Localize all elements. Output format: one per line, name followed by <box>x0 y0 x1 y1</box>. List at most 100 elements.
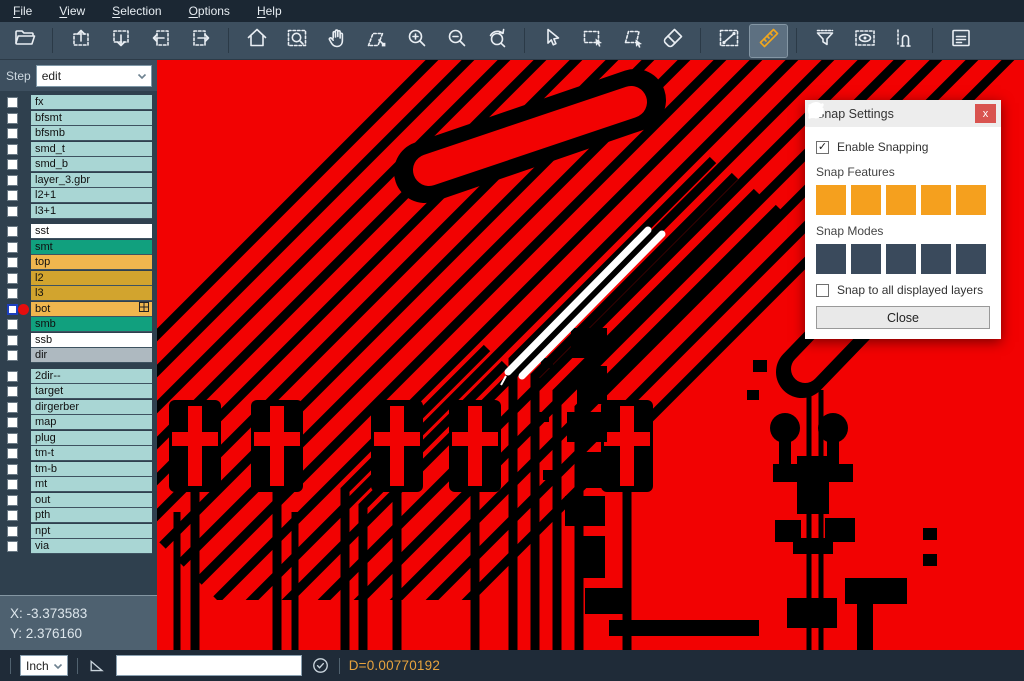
layer-row-target[interactable]: target <box>0 384 157 400</box>
dialog-title-bar[interactable]: Snap Settings x <box>805 100 1001 127</box>
layer-name-cell[interactable]: ssb <box>31 333 152 348</box>
enable-snapping-checkbox[interactable]: ✓ <box>816 141 829 154</box>
layer-checkbox[interactable] <box>7 335 18 346</box>
layer-row-dirgerber[interactable]: dirgerber <box>0 400 157 416</box>
layer-checkbox[interactable] <box>7 464 18 475</box>
zoom-area-button[interactable] <box>278 25 315 57</box>
refresh-check-icon[interactable] <box>311 656 330 675</box>
zoom-previous-button[interactable] <box>478 25 515 57</box>
layer-checkbox[interactable] <box>7 495 18 506</box>
layer-checkbox[interactable] <box>7 304 18 315</box>
layer-name-cell[interactable]: smd_b <box>31 157 152 172</box>
layer-name-cell[interactable]: tm-b <box>31 462 152 477</box>
layer-name-cell[interactable]: l3+1 <box>31 204 152 219</box>
view-box-eye-button[interactable] <box>846 25 883 57</box>
snap-line-button[interactable] <box>816 185 846 215</box>
layer-row-tm-b[interactable]: tm-b <box>0 462 157 478</box>
pan-hand-button[interactable] <box>318 25 355 57</box>
layer-name-cell[interactable]: bfsmt <box>31 111 152 126</box>
layer-row-ssb[interactable]: ssb <box>0 333 157 349</box>
layer-name-cell[interactable]: fx <box>31 95 152 110</box>
layer-name-cell[interactable]: layer_3.gbr <box>31 173 152 188</box>
layer-name-cell[interactable]: dir <box>31 348 152 363</box>
layer-row-dir[interactable]: dir <box>0 348 157 364</box>
layers-panel-button[interactable] <box>942 25 979 57</box>
layer-checkbox[interactable] <box>7 226 18 237</box>
layer-checkbox[interactable] <box>7 448 18 459</box>
layer-name-cell[interactable]: l2+1 <box>31 188 152 203</box>
layer-checkbox[interactable] <box>7 526 18 537</box>
layer-row-plug[interactable]: plug <box>0 431 157 447</box>
box-arrow-left-button[interactable] <box>142 25 179 57</box>
layer-checkbox[interactable] <box>7 402 18 413</box>
layer-row-l3+1[interactable]: l3+1 <box>0 204 157 220</box>
layer-checkbox[interactable] <box>7 113 18 124</box>
layer-name-cell[interactable]: smt <box>31 240 152 255</box>
layer-checkbox[interactable] <box>7 510 18 521</box>
open-folder-button[interactable] <box>6 25 43 57</box>
layer-checkbox[interactable] <box>7 257 18 268</box>
layer-name-cell[interactable]: via <box>31 539 152 554</box>
filter-button[interactable] <box>806 25 843 57</box>
layer-row-top[interactable]: top <box>0 255 157 271</box>
select-arrow-button[interactable] <box>534 25 571 57</box>
command-input[interactable] <box>116 655 302 676</box>
layer-checkbox[interactable] <box>7 175 18 186</box>
layer-checkbox[interactable] <box>7 371 18 382</box>
snap-pad-filled-button[interactable] <box>886 244 916 274</box>
snap-magnet-button[interactable] <box>886 25 923 57</box>
layer-row-tm-t[interactable]: tm-t <box>0 446 157 462</box>
zoom-out-button[interactable] <box>438 25 475 57</box>
box-arrow-down-button[interactable] <box>102 25 139 57</box>
close-icon[interactable]: x <box>975 104 996 123</box>
snap-center-button[interactable] <box>816 244 846 274</box>
menu-item-help[interactable]: Help <box>257 4 282 18</box>
ruler-button[interactable] <box>750 25 787 57</box>
layer-name-cell[interactable]: bfsmb <box>31 126 152 141</box>
layer-name-cell[interactable]: mt <box>31 477 152 492</box>
layer-name-cell[interactable]: sst <box>31 224 152 239</box>
layer-row-out[interactable]: out <box>0 493 157 509</box>
layer-checkbox[interactable] <box>7 190 18 201</box>
zoom-in-button[interactable] <box>398 25 435 57</box>
layer-checkbox[interactable] <box>7 159 18 170</box>
layer-checkbox[interactable] <box>7 433 18 444</box>
layer-name-cell[interactable]: smb <box>31 317 152 332</box>
select-rect-button[interactable] <box>574 25 611 57</box>
layer-checkbox[interactable] <box>7 144 18 155</box>
layer-row-mt[interactable]: mt <box>0 477 157 493</box>
box-arrow-up-button[interactable] <box>62 25 99 57</box>
home-button[interactable] <box>238 25 275 57</box>
select-polygon-button[interactable] <box>614 25 651 57</box>
clean-brush-button[interactable] <box>654 25 691 57</box>
layer-row-l3[interactable]: l3 <box>0 286 157 302</box>
layer-checkbox[interactable] <box>7 386 18 397</box>
layer-row-map[interactable]: map <box>0 415 157 431</box>
layer-row-bfsmt[interactable]: bfsmt <box>0 111 157 127</box>
layer-checkbox[interactable] <box>7 319 18 330</box>
layer-row-smd_t[interactable]: smd_t <box>0 142 157 158</box>
snap-surface-button[interactable] <box>886 185 916 215</box>
dialog-close-button[interactable]: Close <box>816 306 990 329</box>
layer-row-bfsmb[interactable]: bfsmb <box>0 126 157 142</box>
layer-name-cell[interactable]: 2dir-- <box>31 369 152 384</box>
layer-name-cell[interactable]: map <box>31 415 152 430</box>
snap-text-button[interactable] <box>956 185 986 215</box>
layer-checkbox[interactable] <box>7 242 18 253</box>
layer-name-cell[interactable]: pth <box>31 508 152 523</box>
layer-name-cell[interactable]: dirgerber <box>31 400 152 415</box>
box-arrow-right-button[interactable] <box>182 25 219 57</box>
layer-checkbox[interactable] <box>7 350 18 361</box>
layer-row-via[interactable]: via <box>0 539 157 555</box>
snap-midpoint-button[interactable] <box>851 244 881 274</box>
layer-name-cell[interactable]: tm-t <box>31 446 152 461</box>
layer-row-npt[interactable]: npt <box>0 524 157 540</box>
layer-checkbox[interactable] <box>7 273 18 284</box>
layer-name-cell[interactable]: target <box>31 384 152 399</box>
layer-checkbox[interactable] <box>7 206 18 217</box>
measure-line-button[interactable] <box>710 25 747 57</box>
step-select[interactable]: edit <box>36 65 152 87</box>
layer-row-smb[interactable]: smb <box>0 317 157 333</box>
layer-name-cell[interactable]: out <box>31 493 152 508</box>
menu-item-selection[interactable]: Selection <box>112 4 161 18</box>
